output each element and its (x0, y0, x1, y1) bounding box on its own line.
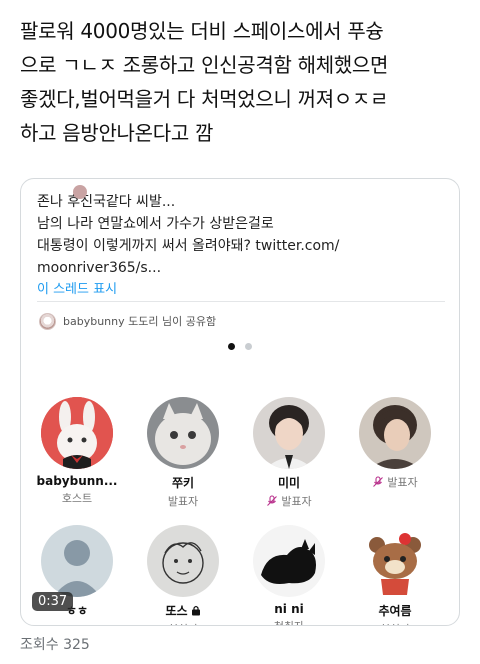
embedded-card[interactable]: 존나 후진국같다 씨발... 남의 나라 연말쇼에서 가수가 상받은걸로 대통령… (20, 178, 460, 626)
participant-name: ni ni (274, 602, 304, 616)
carousel-dot[interactable] (245, 343, 252, 350)
tweet-line: 팔로워 4000명있는 더비 스페이스에서 푸슝 (20, 19, 384, 43)
participant-name: 쭈키 (171, 476, 195, 490)
tweet-line: 하고 음방안나온다고 깜 (20, 121, 214, 145)
lock-icon (191, 605, 200, 616)
participant-name-row: 또스 (138, 602, 228, 619)
person-avatar (359, 397, 431, 469)
participant[interactable]: ni ni 청취자 (244, 525, 334, 625)
tweet-text: 팔로워 4000명있는 더비 스페이스에서 푸슝 으로 ㄱㄴㅈ 조롱하고 인신공… (20, 14, 470, 150)
participant-role: 청취자 (350, 621, 440, 625)
quoted-tweet[interactable]: 존나 후진국같다 씨발... 남의 나라 연말쇼에서 가수가 상받은걸로 대통령… (37, 185, 447, 301)
quote-line: 존나 후진국같다 씨발... (37, 194, 176, 210)
participant[interactable]: babybunn... 호스트 (32, 397, 122, 506)
carousel-dot-active[interactable] (228, 343, 235, 350)
participant[interactable]: 발표자 (350, 397, 440, 490)
sketch-avatar (147, 525, 219, 597)
participant-role-row: 발표자 (244, 493, 334, 509)
default-avatar (41, 525, 113, 597)
video-time-badge: 0:37 (32, 592, 74, 611)
quote-line: moonriver365/s... (37, 260, 162, 276)
mic-muted-icon (267, 495, 278, 506)
participant[interactable]: 또스 청취자 (138, 525, 228, 625)
participant-role: 발표자 (387, 476, 418, 489)
participant-role: 청취자 (138, 621, 228, 625)
participant-name: babybunn... (36, 474, 118, 488)
shared-by-row: babybunny 도도리 님이 공유함 (39, 311, 216, 331)
show-thread-link[interactable]: 이 스레드 표시 (37, 279, 447, 301)
cat-avatar (253, 525, 325, 597)
view-count: 조회수 325 (20, 637, 90, 653)
quote-line: 대통령이 이렇게까지 써서 올려야돼? twitter.com/ (37, 238, 340, 254)
participant-name: 또스 (165, 604, 188, 618)
bunny-avatar (41, 397, 113, 469)
participant-role: 발표자 (281, 495, 312, 508)
participant-name: 미미 (277, 476, 301, 490)
participant-role: 발표자 (167, 495, 199, 508)
participant[interactable]: 미미 발표자 (244, 397, 334, 509)
participant-name: 추여름 (378, 604, 412, 618)
tweet-line: 좋겠다,벌어먹을거 다 처먹었으니 꺼져ㅇㅈㄹ (20, 87, 389, 111)
participant[interactable]: 쭈키 발표자 (138, 397, 228, 509)
participant-role: 청취자 (244, 618, 334, 625)
participant[interactable]: 추여름 청취자 (350, 525, 440, 625)
person-avatar (253, 397, 325, 469)
tweet-line: 으로 ㄱㄴㅈ 조롱하고 인신공격함 해체했으면 (20, 53, 389, 77)
participant-role-row: 발표자 (350, 474, 440, 490)
sharer-avatar (39, 312, 56, 330)
quote-line: 남의 나라 연말쇼에서 가수가 상받은걸로 (37, 216, 274, 232)
carousel-dots[interactable] (21, 343, 459, 350)
mic-muted-icon (373, 476, 384, 487)
cat-avatar (147, 397, 219, 469)
divider (37, 301, 445, 302)
quoted-author-avatar (73, 185, 87, 199)
bear-avatar (359, 525, 431, 597)
shared-by-label: babybunny 도도리 님이 공유함 (63, 315, 217, 328)
participant-role: 호스트 (61, 492, 93, 505)
